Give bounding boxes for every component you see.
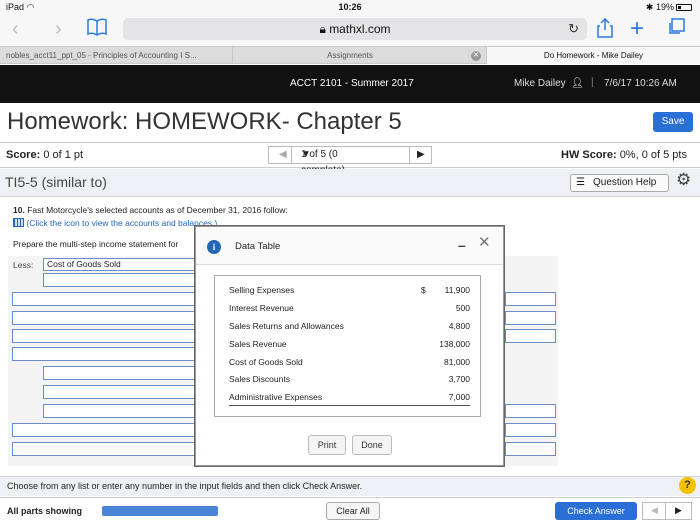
course-header: ACCT 2101 - Summer 2017 Mike Dailey 👤︎ |… [0, 65, 700, 103]
account-select[interactable] [43, 404, 196, 418]
account-select[interactable] [12, 442, 196, 456]
data-table-link[interactable]: (Click the icon to view the accounts and… [13, 218, 217, 228]
account-select[interactable] [12, 423, 196, 437]
answer-nav: ◀ ▶ [642, 502, 692, 520]
accounts-table: Selling Expenses $ 11,900 Interest Reven… [214, 275, 481, 417]
url-text: mathxl.com [329, 22, 391, 36]
less-label: Less: [13, 260, 34, 270]
list-icon: ☰ [576, 177, 585, 188]
account-select[interactable] [12, 311, 196, 325]
amount-field[interactable] [505, 311, 556, 325]
save-button[interactable]: Save [653, 112, 693, 132]
amount-field[interactable] [505, 423, 556, 437]
parts-label: All parts showing [7, 506, 83, 516]
screen: iPad ◠ 10:26 ✱ 19% ‹ › 🔒︎ mathxl.com ↻ +… [0, 0, 700, 525]
ios-status-bar: iPad ◠ 10:26 ✱ 19% [0, 0, 700, 14]
dialog-title: Data Table [235, 241, 281, 252]
minimize-icon[interactable]: – [458, 237, 466, 253]
account-select-cost[interactable]: Cost of Goods Sold [43, 258, 196, 271]
table-row: Selling Expenses $ 11,900 [229, 285, 470, 295]
account-select[interactable] [12, 347, 196, 361]
reload-icon[interactable]: ↻ [568, 18, 579, 40]
bookmarks-icon[interactable] [87, 18, 107, 40]
next-question-icon[interactable]: ▶ [417, 147, 425, 163]
amount-field[interactable] [43, 273, 196, 287]
user-icon: 👤︎ [571, 78, 584, 89]
question-title: TI5-5 (similar to) [5, 174, 107, 190]
share-icon[interactable] [597, 17, 613, 40]
prev-question-icon[interactable]: ◀ [279, 147, 287, 163]
next-part-icon[interactable]: ▶ [675, 505, 682, 516]
table-row: Cost of Goods Sold 81,000 [229, 357, 470, 367]
bluetooth-icon: ✱ [645, 2, 654, 12]
close-icon[interactable]: ✕ [478, 233, 491, 251]
question-text: 10. Fast Motorcycle's selected accounts … [13, 205, 288, 215]
instruction-bar: Choose from any list or enter any number… [0, 476, 700, 496]
tabs-overview-icon[interactable] [667, 18, 685, 40]
amount-field[interactable] [505, 292, 556, 306]
browser-tabs: nobles_acct11_ppt_05 - Principles of Acc… [0, 46, 700, 64]
battery-status: ✱ 19% [646, 2, 692, 13]
question-select[interactable]: 1 of 5 (0 complete) ▼ [301, 147, 345, 176]
table-grid-icon [13, 218, 24, 227]
new-tab-icon[interactable]: + [630, 17, 644, 41]
table-row: Administrative Expenses 7,000 [229, 389, 470, 406]
print-button[interactable]: Print [308, 435, 346, 455]
course-name: ACCT 2101 - Summer 2017 [290, 78, 414, 89]
header-datetime: 7/6/17 10:26 AM [604, 78, 677, 89]
amount-field[interactable] [505, 404, 556, 418]
hw-score: HW Score: 0%, 0 of 5 pts [561, 149, 687, 161]
table-row: Sales Discounts 3,700 [229, 374, 470, 384]
help-icon[interactable]: ? [679, 477, 696, 494]
lock-icon: 🔒︎ [319, 22, 326, 36]
tab-assignments[interactable]: Assignments [232, 47, 467, 64]
browser-toolbar: ‹ › 🔒︎ mathxl.com ↻ + [0, 14, 700, 46]
status-time: 10:26 [338, 2, 362, 12]
tab-principles[interactable]: nobles_acct11_ppt_05 - Principles of Acc… [6, 47, 231, 64]
question-pager: ◀ 1 of 5 (0 complete) ▼ ▶ [268, 146, 432, 176]
clear-all-button[interactable]: Clear All [326, 502, 380, 520]
data-table-dialog: i Data Table – ✕ Selling Expenses $ 11,9… [195, 226, 504, 466]
account-select[interactable] [43, 385, 196, 399]
score: Score: 0 of 1 pt [6, 149, 84, 161]
account-select[interactable] [43, 366, 196, 380]
check-answer-button[interactable]: Check Answer [555, 502, 637, 520]
amount-field[interactable] [505, 442, 556, 456]
account-select[interactable] [12, 329, 196, 343]
tab-do-homework[interactable]: Do Homework - Mike Dailey [486, 47, 700, 64]
forward-icon[interactable]: › [55, 18, 62, 40]
prev-part-icon[interactable]: ◀ [651, 505, 658, 516]
page-title: Homework: HOMEWORK- Chapter 5 [7, 108, 402, 135]
table-row: Interest Revenue 500 [229, 303, 470, 313]
battery-icon [676, 4, 692, 11]
dialog-header: i Data Table – ✕ [196, 227, 503, 265]
gear-icon[interactable]: ⚙ [676, 170, 691, 190]
account-select[interactable] [12, 292, 196, 306]
address-bar[interactable]: 🔒︎ mathxl.com ↻ [123, 18, 587, 40]
question-help-button[interactable]: ☰ Question Help [570, 174, 669, 192]
close-tab-icon[interactable]: ✕ [471, 51, 481, 61]
answer-footer: All parts showing Clear All Check Answer… [0, 497, 700, 525]
info-icon: i [207, 240, 221, 254]
question-prompt: Prepare the multi-step income statement … [13, 239, 179, 249]
table-row: Sales Returns and Allowances 4,800 [229, 321, 470, 331]
progress-bar [102, 506, 218, 516]
done-button[interactable]: Done [352, 435, 392, 455]
divider: | [591, 77, 594, 88]
user-name[interactable]: Mike Dailey [514, 78, 566, 89]
back-icon[interactable]: ‹ [12, 18, 19, 40]
table-row: Sales Revenue 138,000 [229, 339, 470, 349]
amount-field[interactable] [505, 329, 556, 343]
